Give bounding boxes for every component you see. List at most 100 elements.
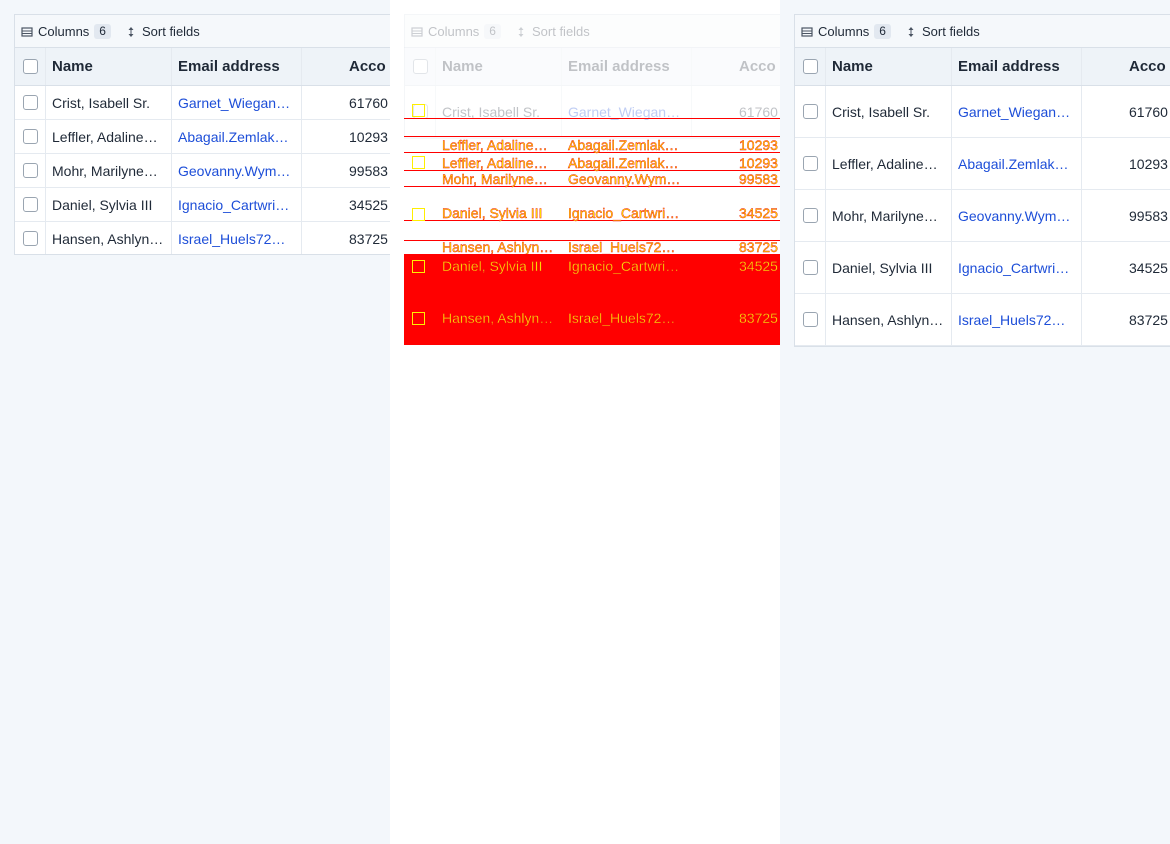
header-email[interactable]: Email address: [952, 48, 1082, 85]
header-account[interactable]: Acco: [692, 48, 780, 85]
header-name[interactable]: Name: [46, 48, 172, 85]
diff-ghost-text: Ignacio_Cartwri…: [568, 258, 680, 274]
header-name[interactable]: Name: [436, 48, 562, 85]
columns-count-badge: 6: [874, 24, 891, 39]
columns-button[interactable]: Columns 6: [21, 24, 111, 39]
name-cell: Crist, Isabell Sr.: [436, 86, 562, 137]
columns-button[interactable]: Columns 6: [801, 24, 891, 39]
header-name[interactable]: Name: [826, 48, 952, 85]
email-cell: Garnet_Wiegand…: [562, 86, 692, 137]
sort-icon: [518, 26, 524, 37]
row-checkbox[interactable]: [22, 197, 38, 212]
table-row[interactable]: Crist, Isabell Sr. Garnet_Wiegand… 61760: [405, 86, 780, 138]
grid-toolbar: Columns 6 Sort fields: [404, 14, 780, 48]
row-checkbox[interactable]: [22, 95, 38, 110]
row-checkbox[interactable]: [22, 231, 38, 246]
diff-ghost-text: Israel_Huels72…: [568, 239, 676, 255]
table-row[interactable]: Hansen, Ashlyn… Israel_Huels72… 83725: [795, 294, 1170, 346]
row-checkbox[interactable]: [802, 208, 818, 223]
name-text: Crist, Isabell Sr.: [52, 94, 151, 111]
grid-toolbar: Columns 6 Sort fields: [794, 14, 1170, 48]
account-cell: 61760: [739, 103, 778, 120]
diff-ghost-text: 83725: [739, 239, 778, 255]
header-account[interactable]: Acco: [1082, 48, 1170, 85]
table-row[interactable]: Daniel, Sylvia III Ignacio_Cartwri… 3452…: [15, 188, 390, 222]
email-cell: Abagail.Zemlak…: [172, 120, 302, 153]
diff-ghost-text: 34525: [739, 258, 778, 274]
email-link[interactable]: Garnet_Wiegand…: [958, 104, 1076, 120]
row-checkbox[interactable]: [22, 163, 38, 178]
row-checkbox[interactable]: [802, 312, 818, 327]
name-text: Leffler, Adaline…: [832, 155, 938, 172]
name-cell: Crist, Isabell Sr.: [46, 86, 172, 119]
row-select-cell: [15, 222, 46, 254]
account-cell: 10293: [349, 128, 388, 145]
header-account[interactable]: Acco: [302, 48, 390, 85]
header-email[interactable]: Email address: [562, 48, 692, 85]
select-all-checkbox[interactable]: [412, 59, 428, 74]
columns-button[interactable]: Columns 6: [411, 24, 501, 39]
row-select-cell: [795, 86, 826, 137]
name-cell: Hansen, Ashlyn…: [826, 294, 952, 345]
row-checkbox[interactable]: [802, 156, 818, 171]
email-link[interactable]: Abagail.Zemlak…: [178, 129, 289, 145]
row-select-cell: [795, 190, 826, 241]
email-link[interactable]: Abagail.Zemlak…: [958, 156, 1069, 172]
email-link[interactable]: Geovanny.Wym…: [178, 163, 290, 179]
diff-ghost-checkbox: [412, 208, 425, 221]
name-text: Crist, Isabell Sr.: [832, 103, 931, 120]
sort-fields-button[interactable]: Sort fields: [515, 24, 590, 39]
row-select-cell: [15, 154, 46, 187]
name-text: Daniel, Sylvia III: [52, 196, 153, 213]
row-select-cell: [795, 294, 826, 345]
select-all-cell: [405, 48, 436, 85]
email-link[interactable]: Geovanny.Wym…: [958, 208, 1070, 224]
table-row[interactable]: Mohr, Marilyne… Geovanny.Wym… 99583: [15, 154, 390, 188]
email-cell: Israel_Huels72…: [952, 294, 1082, 345]
sort-icon: [908, 26, 914, 37]
row-select-cell: [795, 242, 826, 293]
diff-ghost-text: 10293: [739, 155, 778, 171]
email-link[interactable]: Ignacio_Cartwri…: [178, 197, 289, 213]
sort-fields-label: Sort fields: [531, 24, 590, 39]
table-row[interactable]: Crist, Isabell Sr. Garnet_Wiegand… 61760: [795, 86, 1170, 138]
header-row: Name Email address Acco: [15, 48, 390, 86]
table-row[interactable]: Hansen, Ashlyn… Israel_Huels72… 83725: [15, 222, 390, 254]
header-email[interactable]: Email address: [172, 48, 302, 85]
name-cell: Hansen, Ashlyn…: [46, 222, 172, 254]
email-cell: Garnet_Wiegand…: [172, 86, 302, 119]
account-cell: 83725: [349, 230, 388, 247]
email-cell: Ignacio_Cartwri…: [952, 242, 1082, 293]
account-cell: 61760: [1129, 103, 1168, 120]
diff-ghost-text: Geovanny.Wym…: [568, 171, 681, 187]
sort-icon: [128, 26, 134, 37]
row-select-cell: [795, 138, 826, 189]
diff-ghost-text: Ignacio_Cartwri…: [568, 205, 680, 221]
email-link[interactable]: Garnet_Wiegand…: [178, 95, 296, 111]
sort-fields-button[interactable]: Sort fields: [125, 24, 200, 39]
sort-fields-label: Sort fields: [921, 24, 980, 39]
sort-fields-button[interactable]: Sort fields: [905, 24, 980, 39]
table-row[interactable]: Crist, Isabell Sr. Garnet_Wiegand… 61760: [15, 86, 390, 120]
table-row[interactable]: Leffler, Adaline… Abagail.Zemlak… 10293: [795, 138, 1170, 190]
select-all-checkbox[interactable]: [22, 59, 38, 74]
columns-label: Columns: [818, 24, 870, 39]
table-row[interactable]: Daniel, Sylvia III Ignacio_Cartwri… 3452…: [795, 242, 1170, 294]
row-checkbox[interactable]: [22, 129, 38, 144]
name-cell: Daniel, Sylvia III: [46, 188, 172, 221]
name-cell: Leffler, Adaline…: [46, 120, 172, 153]
select-all-cell: [15, 48, 46, 85]
diff-ghost-text: Daniel, Sylvia III: [442, 205, 543, 221]
table-row[interactable]: Leffler, Adaline… Abagail.Zemlak… 10293: [15, 120, 390, 154]
email-cell: Ignacio_Cartwri…: [172, 188, 302, 221]
name-text: Hansen, Ashlyn…: [832, 311, 944, 328]
diff-ghost-text: Abagail.Zemlak…: [568, 155, 679, 171]
email-link[interactable]: Ignacio_Cartwri…: [958, 260, 1069, 276]
columns-count-badge: 6: [484, 24, 501, 39]
email-link[interactable]: Israel_Huels72…: [958, 312, 1065, 328]
row-checkbox[interactable]: [802, 260, 818, 275]
select-all-checkbox[interactable]: [802, 59, 818, 74]
row-checkbox[interactable]: [802, 104, 818, 119]
email-link[interactable]: Israel_Huels72…: [178, 231, 285, 247]
table-row[interactable]: Mohr, Marilyne… Geovanny.Wym… 99583: [795, 190, 1170, 242]
